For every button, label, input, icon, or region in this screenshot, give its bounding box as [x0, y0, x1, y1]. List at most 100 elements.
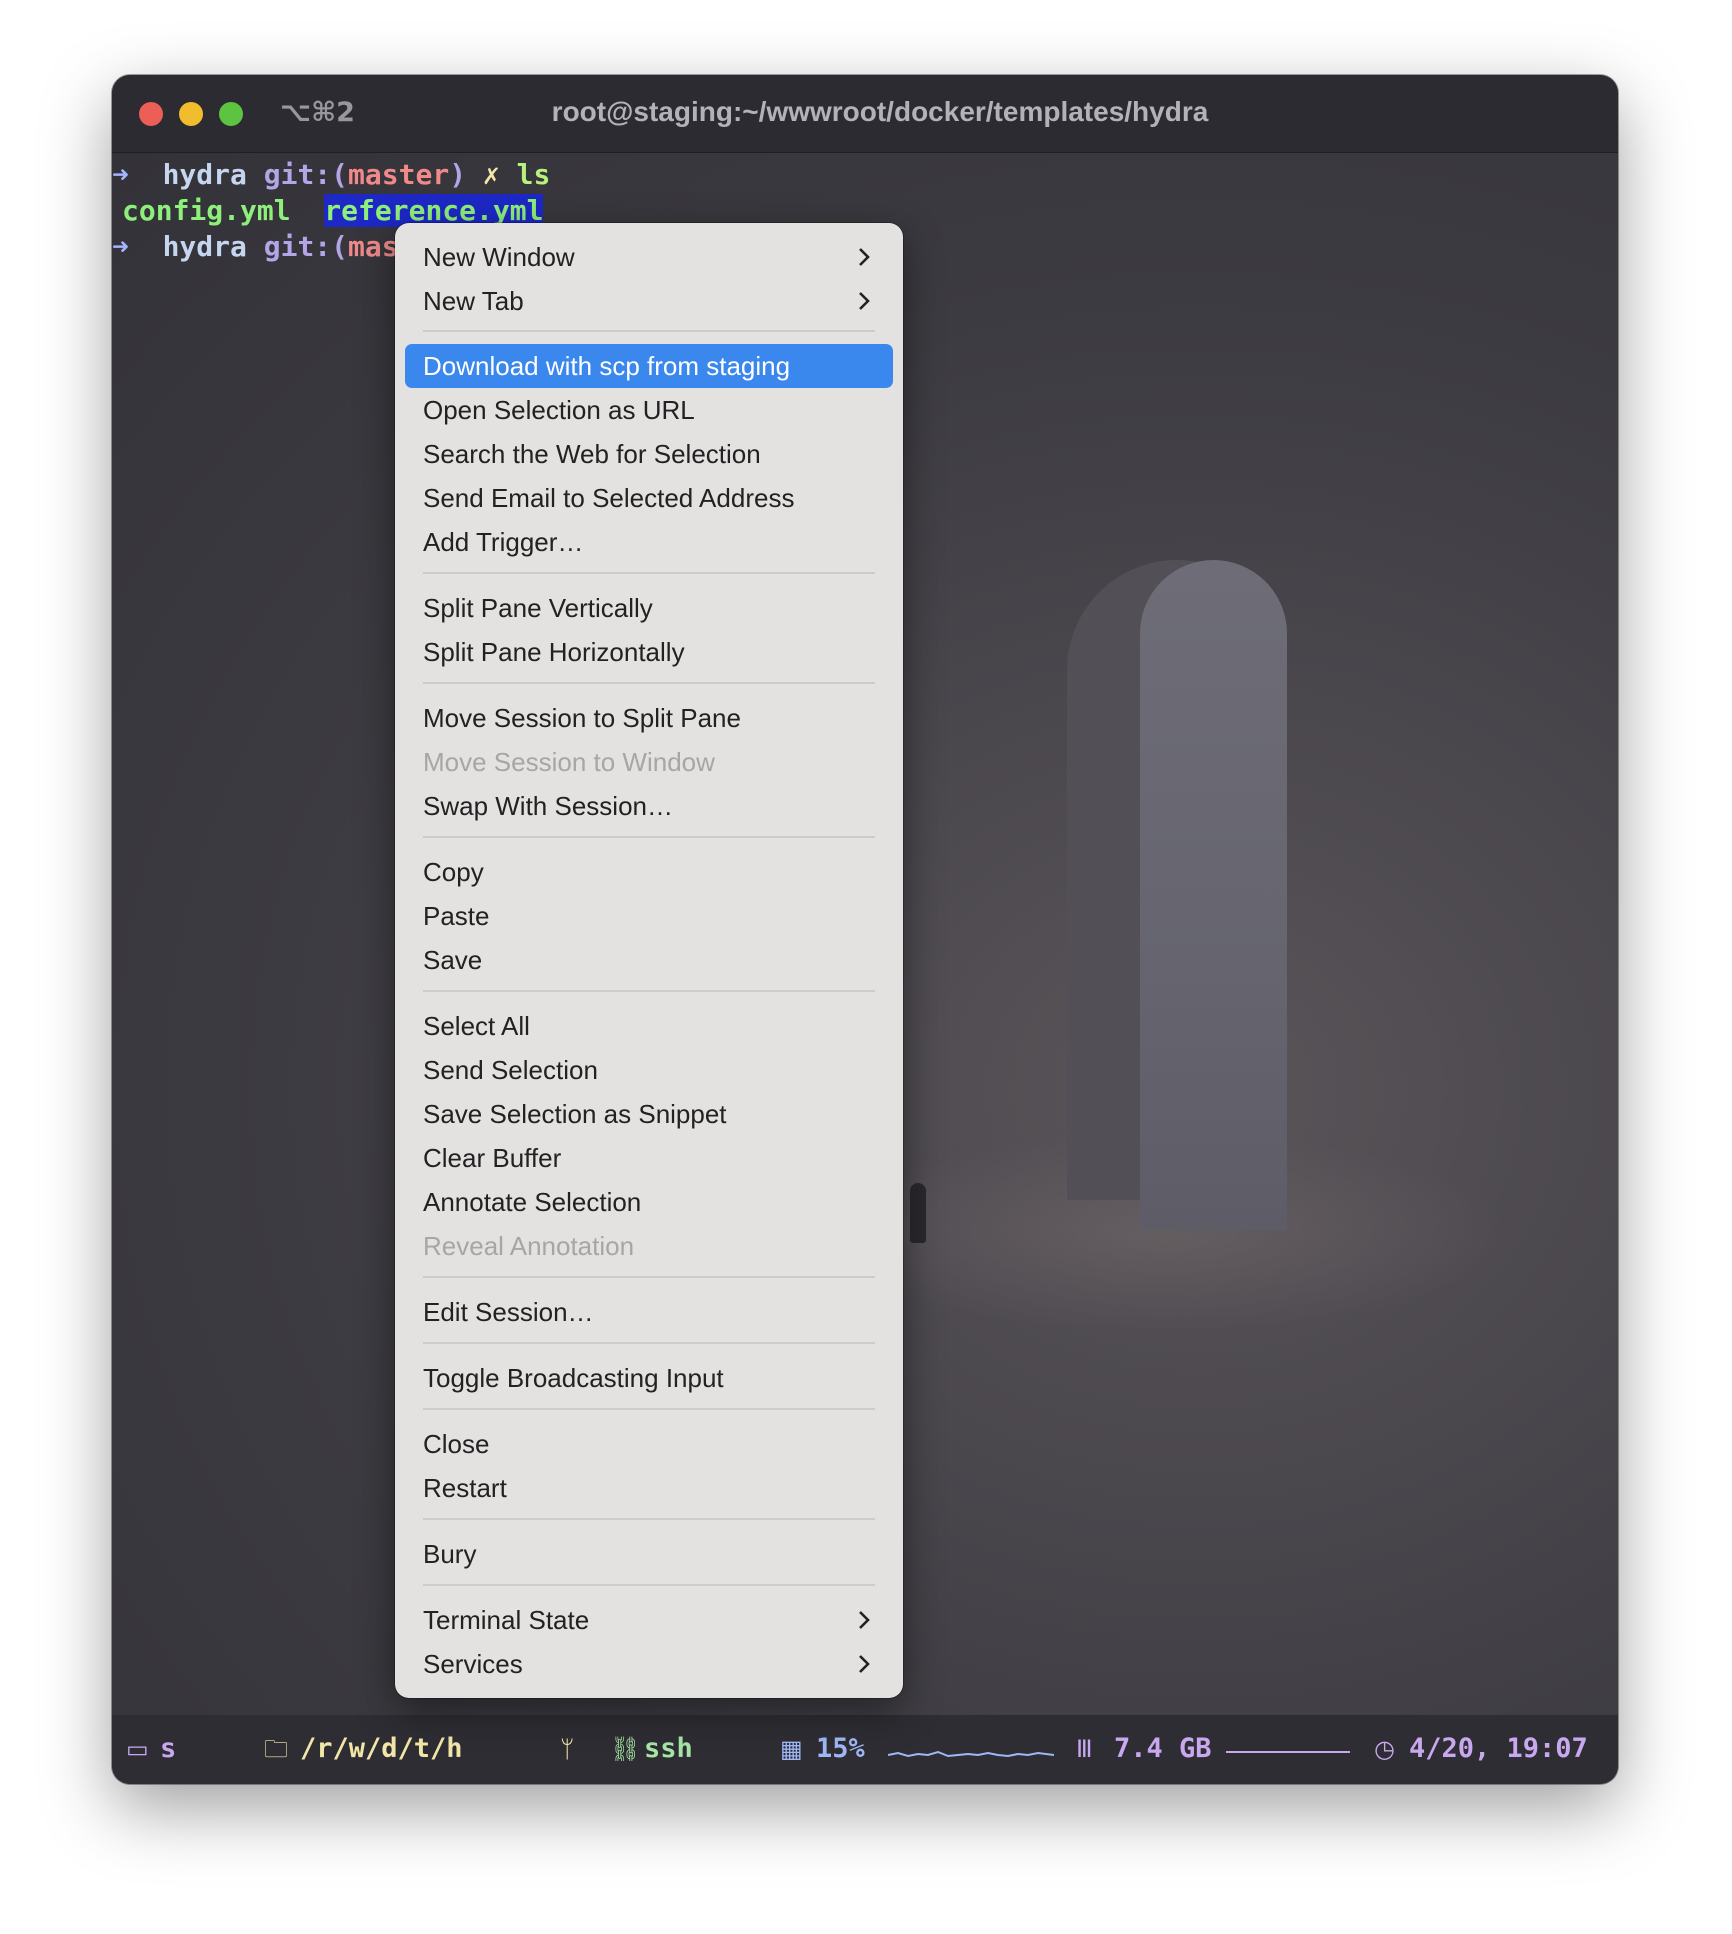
window-title: root@staging:~/wwwroot/docker/templates/… [551, 96, 1209, 127]
menu-item-label: New Tab [423, 286, 524, 316]
prompt-arrow-icon: ➜ [112, 158, 129, 191]
menu-item-label: Close [423, 1429, 490, 1459]
menu-item-label: Copy [423, 857, 484, 887]
menu-item-download-scp[interactable]: Download with scp from staging [405, 344, 893, 388]
menu-item-new-window[interactable]: New Window [405, 235, 893, 279]
menu-item-copy[interactable]: Copy [405, 850, 893, 894]
status-cpu: 15% [816, 1733, 865, 1764]
chevron-right-icon [859, 292, 870, 310]
menu-item-annotate[interactable]: Annotate Selection [405, 1180, 893, 1224]
menu-item-label: Annotate Selection [423, 1187, 642, 1217]
menu-item-edit-session[interactable]: Edit Session… [405, 1290, 893, 1334]
cpu-sparkline [888, 1750, 1054, 1758]
command-text: ls [516, 158, 551, 191]
clock-icon: ◷ [1374, 1735, 1395, 1763]
menu-item-toggle-broadcast[interactable]: Toggle Broadcasting Input [405, 1356, 893, 1400]
menu-item-label: Send Email to Selected Address [423, 483, 795, 513]
status-path[interactable]: /r/w/d/t/h [300, 1731, 463, 1767]
menu-item-label: Bury [423, 1539, 477, 1569]
prompt-git-close: ) [449, 158, 467, 191]
menu-item-label: Send Selection [423, 1055, 598, 1085]
menu-separator [423, 572, 875, 574]
menu-item-label: Select All [423, 1011, 530, 1041]
menu-item-label: Move Session to Split Pane [423, 703, 741, 733]
folder-icon: 🗀 [264, 1735, 288, 1763]
menu-item-save[interactable]: Save [405, 938, 893, 982]
menu-item-label: Services [423, 1649, 523, 1679]
prompt-git: git:( [263, 230, 349, 263]
menu-item-label: Split Pane Horizontally [423, 637, 685, 667]
menu-item-close[interactable]: Close [405, 1422, 893, 1466]
menu-item-search-web[interactable]: Search the Web for Selection [405, 432, 893, 476]
menu-item-paste[interactable]: Paste [405, 894, 893, 938]
dirty-mark-icon: ✗ [482, 158, 500, 191]
menu-separator [423, 1584, 875, 1586]
prompt-dir: hydra [162, 158, 247, 191]
cpu-icon: ▦ [780, 1735, 803, 1763]
chevron-right-icon [859, 1655, 870, 1673]
menu-separator [423, 1276, 875, 1278]
prompt-arrow-icon: ➜ [112, 230, 129, 263]
menu-separator [423, 330, 875, 332]
menu-item-label: Save [423, 945, 483, 975]
menu-item-split-horizontal[interactable]: Split Pane Horizontally [405, 630, 893, 674]
prompt-git: git:( [263, 158, 349, 191]
prompt-branch: master [348, 158, 450, 191]
menu-separator [423, 1408, 875, 1410]
menu-item-label: Split Pane Vertically [423, 593, 653, 623]
host-laptop-icon: ▭ [126, 1735, 149, 1763]
menu-item-select-all[interactable]: Select All [405, 1004, 893, 1048]
background-figure [910, 1183, 926, 1243]
chevron-right-icon [859, 248, 870, 266]
menu-item-move-to-window: Move Session to Window [405, 740, 893, 784]
file-config[interactable]: config.yml [122, 194, 291, 227]
menu-item-label: Restart [423, 1473, 507, 1503]
prompt-branch-partial: mas [348, 230, 399, 263]
menu-item-bury[interactable]: Bury [405, 1532, 893, 1576]
menu-item-label: Add Trigger… [423, 527, 584, 557]
git-branch-icon: ᛘ [560, 1735, 575, 1763]
status-job: ssh [644, 1733, 693, 1764]
title-bar[interactable]: ⌥⌘2 root@staging:~/wwwroot/docker/templa… [112, 75, 1618, 153]
menu-item-label: Move Session to Window [423, 747, 715, 777]
menu-separator [423, 990, 875, 992]
terminal-line-3: ➜ hydra git:(mas [112, 229, 399, 265]
menu-item-label: New Window [423, 242, 575, 272]
menu-item-label: Toggle Broadcasting Input [423, 1363, 724, 1393]
menu-item-label: Paste [423, 901, 490, 931]
menu-separator [423, 1342, 875, 1344]
menu-item-send-selection[interactable]: Send Selection [405, 1048, 893, 1092]
status-bar: ▭ s 🗀 /r/w/d/t/h ᛘ ⛓ ssh ▦ 15% Ⅲ 7.4 GB … [112, 1715, 1618, 1784]
memory-icon: Ⅲ [1076, 1735, 1093, 1763]
menu-item-swap-session[interactable]: Swap With Session… [405, 784, 893, 828]
status-host: s [160, 1733, 177, 1764]
status-clock: 4/20, 19:07 [1409, 1733, 1588, 1764]
context-menu: New Window New Tab Download with scp fro… [395, 223, 903, 1698]
menu-item-label: Search the Web for Selection [423, 439, 761, 469]
menu-item-send-email[interactable]: Send Email to Selected Address [405, 476, 893, 520]
menu-item-services[interactable]: Services [405, 1642, 893, 1686]
menu-item-new-tab[interactable]: New Tab [405, 279, 893, 323]
terminal-line-1: ➜ hydra git:(master) ✗ ls [112, 157, 550, 193]
menu-item-save-snippet[interactable]: Save Selection as Snippet [405, 1092, 893, 1136]
menu-item-label: Edit Session… [423, 1297, 594, 1327]
memory-sparkline [1226, 1751, 1350, 1753]
menu-item-terminal-state[interactable]: Terminal State [405, 1598, 893, 1642]
menu-item-label: Open Selection as URL [423, 395, 695, 425]
menu-item-split-vertical[interactable]: Split Pane Vertically [405, 586, 893, 630]
menu-item-clear-buffer[interactable]: Clear Buffer [405, 1136, 893, 1180]
menu-item-label: Clear Buffer [423, 1143, 562, 1173]
menu-item-label: Download with scp from staging [423, 351, 791, 381]
menu-separator [423, 1518, 875, 1520]
menu-item-move-to-split[interactable]: Move Session to Split Pane [405, 696, 893, 740]
menu-item-label: Terminal State [423, 1605, 590, 1635]
menu-item-open-selection-url[interactable]: Open Selection as URL [405, 388, 893, 432]
menu-item-restart[interactable]: Restart [405, 1466, 893, 1510]
menu-separator [423, 682, 875, 684]
menu-item-add-trigger[interactable]: Add Trigger… [405, 520, 893, 564]
menu-item-reveal-annotation: Reveal Annotation [405, 1224, 893, 1268]
menu-item-label: Swap With Session… [423, 791, 673, 821]
menu-item-label: Reveal Annotation [423, 1231, 635, 1261]
menu-item-label: Save Selection as Snippet [423, 1099, 727, 1129]
prompt-dir: hydra [162, 230, 247, 263]
